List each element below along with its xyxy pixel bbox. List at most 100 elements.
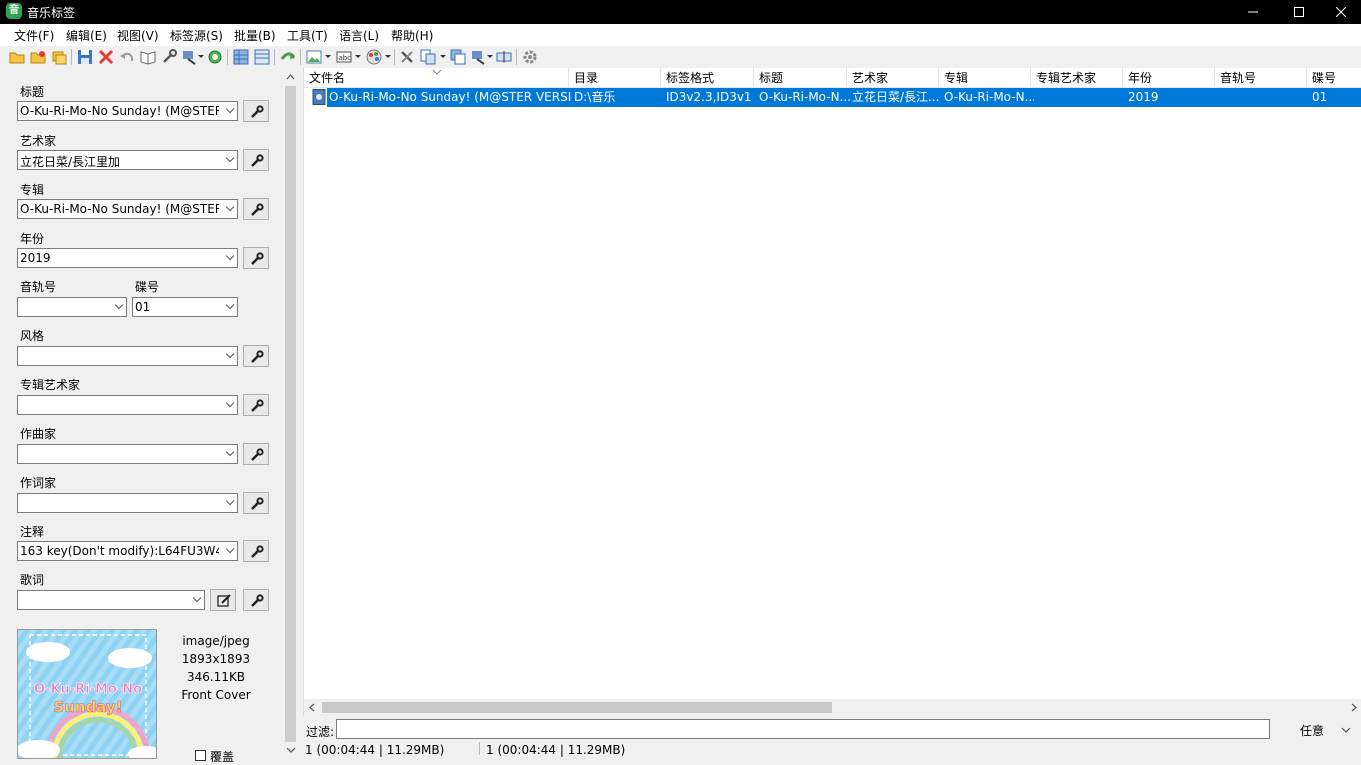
cover-type: Front Cover bbox=[181, 688, 251, 702]
column-header-track[interactable]: 音轨号 bbox=[1215, 68, 1307, 88]
wrench-icon bbox=[251, 105, 264, 118]
menu-batch[interactable]: 批量(B) bbox=[234, 27, 276, 44]
wrench-icon[interactable] bbox=[161, 49, 177, 65]
lyrics-edit-button[interactable] bbox=[210, 589, 236, 611]
album-tool-button[interactable] bbox=[243, 198, 269, 220]
disc-combo[interactable]: 01 bbox=[132, 297, 238, 317]
chevron-down-icon[interactable] bbox=[225, 398, 235, 408]
year-label: 年份 bbox=[20, 232, 45, 246]
cover-dimensions: 1893x1893 bbox=[181, 652, 251, 666]
column-header-year[interactable]: 年份 bbox=[1123, 68, 1215, 88]
add-folder-icon[interactable] bbox=[30, 49, 46, 65]
wrench-icon bbox=[251, 399, 264, 412]
album-artist-tool-button[interactable] bbox=[243, 394, 269, 416]
horizontal-scrollbar[interactable] bbox=[304, 699, 1361, 716]
artist-tool-button[interactable] bbox=[243, 149, 269, 171]
cover-art-image[interactable]: O-Ku-Ri-Mo-No Sunday! bbox=[17, 629, 157, 759]
cover-size: 346.11KB bbox=[186, 670, 246, 684]
comment-tool-button[interactable] bbox=[243, 540, 269, 562]
undo-icon[interactable] bbox=[119, 49, 135, 65]
menu-tag-source[interactable]: 标签源(S) bbox=[170, 27, 223, 44]
book-icon[interactable] bbox=[140, 49, 156, 65]
cover-overwrite-checkbox[interactable] bbox=[195, 750, 206, 761]
lyricist-combo[interactable] bbox=[17, 493, 238, 513]
filter-input[interactable] bbox=[336, 719, 1270, 739]
left-panel-scrollbar[interactable] bbox=[283, 68, 298, 755]
column-header-album-artist[interactable]: 专辑艺术家 bbox=[1031, 68, 1123, 88]
cover-art-text-line1: O-Ku-Ri-Mo-No bbox=[33, 682, 143, 698]
duplicate-icon[interactable] bbox=[450, 49, 466, 65]
menu-bar: 文件(F) 编辑(E) 视图(V) 标签源(S) 批量(B) 工具(T) 语言(… bbox=[0, 24, 1361, 46]
chevron-down-icon[interactable] bbox=[225, 300, 235, 310]
delete-icon[interactable] bbox=[98, 49, 114, 65]
chevron-down-icon[interactable] bbox=[225, 349, 235, 359]
scrollbar-thumb[interactable] bbox=[322, 702, 832, 713]
menu-edit[interactable]: 编辑(E) bbox=[66, 27, 107, 44]
composer-tool-button[interactable] bbox=[243, 443, 269, 465]
lyrics-combo[interactable] bbox=[17, 590, 205, 610]
year-combo[interactable]: 2019 bbox=[17, 248, 238, 268]
column-header-directory[interactable]: 目录 bbox=[569, 68, 661, 88]
genre-tool-button[interactable] bbox=[243, 345, 269, 367]
settings-icon[interactable] bbox=[522, 49, 538, 65]
column-header-title[interactable]: 标题 bbox=[754, 68, 847, 88]
save-icon[interactable] bbox=[77, 49, 93, 65]
menu-language[interactable]: 语言(L) bbox=[339, 27, 379, 44]
year-tool-button[interactable] bbox=[243, 247, 269, 269]
open-files-icon[interactable] bbox=[51, 49, 67, 65]
close-icon[interactable] bbox=[1318, 0, 1361, 24]
tools-icon[interactable] bbox=[399, 49, 415, 65]
chevron-down-icon[interactable] bbox=[114, 300, 124, 310]
filter-mode-select[interactable]: 任意 bbox=[1300, 722, 1324, 739]
palette-icon[interactable] bbox=[366, 49, 382, 65]
tag-source-icon[interactable] bbox=[182, 49, 198, 65]
menu-help[interactable]: 帮助(H) bbox=[391, 27, 433, 44]
column-header-album[interactable]: 专辑 bbox=[939, 68, 1031, 88]
lyrics-label: 歌词 bbox=[20, 573, 45, 587]
chevron-down-icon[interactable] bbox=[225, 104, 235, 114]
maximize-icon[interactable] bbox=[1276, 0, 1322, 24]
table-icon[interactable] bbox=[254, 49, 270, 65]
cell-directory: D:\音乐 bbox=[574, 90, 616, 104]
grid-icon[interactable] bbox=[233, 49, 249, 65]
menu-view[interactable]: 视图(V) bbox=[117, 27, 159, 44]
scrollbar-thumb[interactable] bbox=[285, 86, 296, 746]
open-folder-icon[interactable] bbox=[9, 49, 25, 65]
title-bar: 音 音乐标签 bbox=[0, 0, 1361, 24]
title-combo[interactable]: O-Ku-Ri-Mo-No Sunday! (M@STER VERSION) bbox=[17, 101, 238, 121]
chevron-down-icon[interactable] bbox=[225, 251, 235, 261]
batch-icon[interactable] bbox=[471, 49, 487, 65]
copy-icon[interactable] bbox=[420, 49, 436, 65]
column-header-disc[interactable]: 碟号 bbox=[1307, 68, 1361, 88]
menu-file[interactable]: 文件(F) bbox=[14, 27, 54, 44]
table-row[interactable]: O-Ku-Ri-Mo-No Sunday! (M@STER VERSION)..… bbox=[310, 88, 1361, 107]
chevron-down-icon[interactable] bbox=[225, 544, 235, 554]
chevron-down-icon[interactable] bbox=[225, 153, 235, 163]
menu-tools[interactable]: 工具(T) bbox=[287, 27, 328, 44]
artist-combo[interactable]: 立花日菜/長江里加 bbox=[17, 150, 238, 170]
wrench-icon bbox=[251, 497, 264, 510]
artist-label: 艺术家 bbox=[20, 134, 57, 148]
album-combo[interactable]: O-Ku-Ri-Mo-No Sunday! (M@STER VERSION) bbox=[17, 199, 238, 219]
column-header-artist[interactable]: 艺术家 bbox=[847, 68, 939, 88]
title-tool-button[interactable] bbox=[243, 100, 269, 122]
genre-combo[interactable] bbox=[17, 346, 238, 366]
column-header-tag-format[interactable]: 标签格式 bbox=[661, 68, 754, 88]
image-icon[interactable] bbox=[306, 49, 322, 65]
chevron-down-icon[interactable] bbox=[192, 593, 202, 603]
composer-combo[interactable] bbox=[17, 444, 238, 464]
album-artist-combo[interactable] bbox=[17, 395, 238, 415]
chevron-down-icon[interactable] bbox=[225, 202, 235, 212]
text-format-icon[interactable]: abc bbox=[336, 49, 352, 65]
rename-icon[interactable] bbox=[496, 49, 512, 65]
lyrics-tool-button[interactable] bbox=[243, 589, 269, 611]
genre-label: 风格 bbox=[20, 329, 45, 343]
lyricist-tool-button[interactable] bbox=[243, 492, 269, 514]
refresh-icon[interactable] bbox=[207, 49, 223, 65]
convert-icon[interactable] bbox=[280, 49, 296, 65]
chevron-down-icon[interactable] bbox=[225, 496, 235, 506]
chevron-down-icon[interactable] bbox=[225, 447, 235, 457]
track-combo[interactable] bbox=[17, 297, 127, 317]
comment-combo[interactable]: 163 key(Don't modify):L64FU3W4YxX3Z bbox=[17, 541, 238, 561]
minimize-icon[interactable] bbox=[1230, 0, 1276, 24]
